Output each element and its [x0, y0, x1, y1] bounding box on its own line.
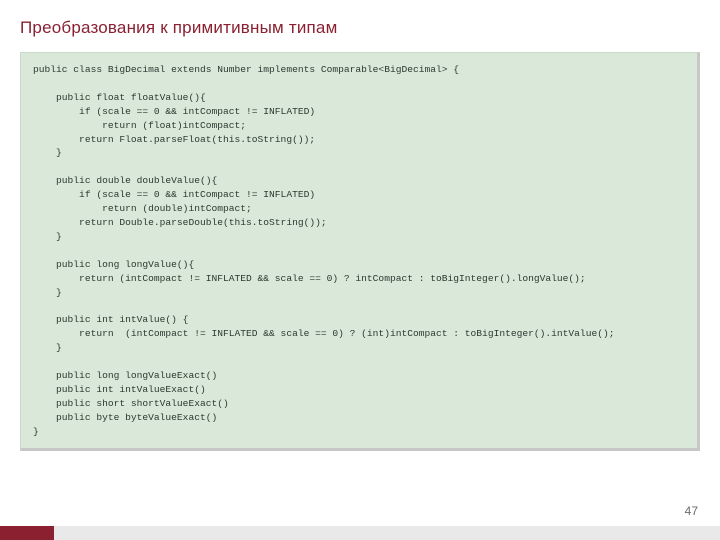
slide: Преобразования к примитивным типам publi… [0, 0, 720, 540]
code-line: return (intCompact != INFLATED && scale … [33, 328, 614, 339]
page-number: 47 [685, 504, 698, 518]
code-block: public class BigDecimal extends Number i… [20, 52, 700, 451]
code-line: public byte byteValueExact() [33, 412, 217, 423]
code-line: } [33, 426, 39, 437]
code-line: public class BigDecimal extends Number i… [33, 64, 459, 75]
footer-accent [0, 526, 54, 540]
code-line: public long longValueExact() [33, 370, 217, 381]
slide-title: Преобразования к примитивным типам [20, 18, 337, 38]
code-line: } [33, 147, 62, 158]
code-line: } [33, 287, 62, 298]
code-line: if (scale == 0 && intCompact != INFLATED… [33, 189, 315, 200]
code-line: return (double)intCompact; [33, 203, 252, 214]
code-line: } [33, 342, 62, 353]
code-line: public int intValue() { [33, 314, 188, 325]
code-line: return (intCompact != INFLATED && scale … [33, 273, 586, 284]
code-line: public long longValue(){ [33, 259, 194, 270]
code-line: return (float)intCompact; [33, 120, 246, 131]
footer-bar [0, 526, 720, 540]
code-line: if (scale == 0 && intCompact != INFLATED… [33, 106, 315, 117]
code-line: return Float.parseFloat(this.toString())… [33, 134, 315, 145]
code-line: public int intValueExact() [33, 384, 206, 395]
code-line: } [33, 231, 62, 242]
code-line: return Double.parseDouble(this.toString(… [33, 217, 327, 228]
code-line: public short shortValueExact() [33, 398, 229, 409]
code-line: public double doubleValue(){ [33, 175, 217, 186]
code-line: public float floatValue(){ [33, 92, 206, 103]
